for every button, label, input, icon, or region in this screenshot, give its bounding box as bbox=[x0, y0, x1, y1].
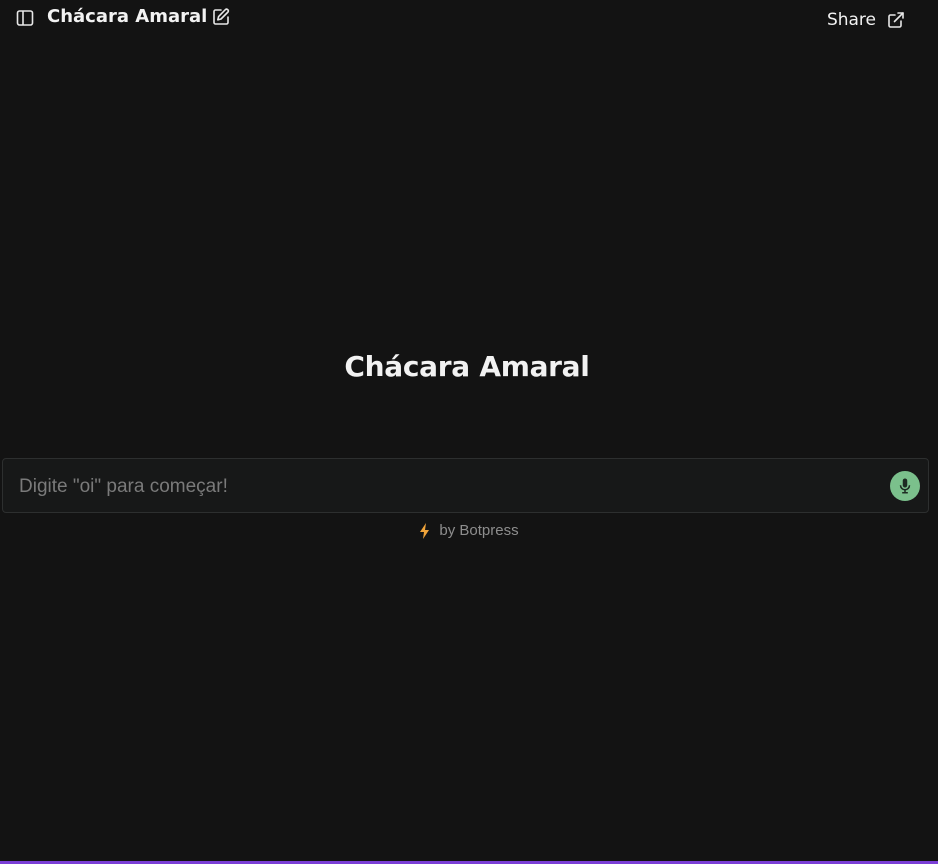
chat-title: Chácara Amaral bbox=[47, 6, 208, 27]
external-link-icon bbox=[888, 12, 904, 28]
sidebar-toggle-icon[interactable] bbox=[15, 8, 35, 28]
message-input[interactable] bbox=[17, 470, 881, 504]
microphone-button[interactable] bbox=[890, 471, 920, 501]
lightning-bolt-icon bbox=[420, 522, 430, 539]
powered-by-link[interactable]: by Botpress bbox=[0, 522, 938, 539]
chat-page: Chácara Amaral Share Chácara Amaral Digi… bbox=[0, 0, 938, 864]
message-composer bbox=[2, 458, 929, 513]
top-bar: Chácara Amaral Share bbox=[0, 0, 938, 40]
edit-icon[interactable] bbox=[211, 7, 231, 27]
welcome-title: Chácara Amaral bbox=[344, 350, 590, 383]
share-label: Share bbox=[826, 10, 876, 30]
share-button[interactable]: Share bbox=[827, 10, 906, 30]
powered-by-text: by Botpress bbox=[439, 522, 519, 539]
microphone-icon bbox=[899, 478, 911, 494]
